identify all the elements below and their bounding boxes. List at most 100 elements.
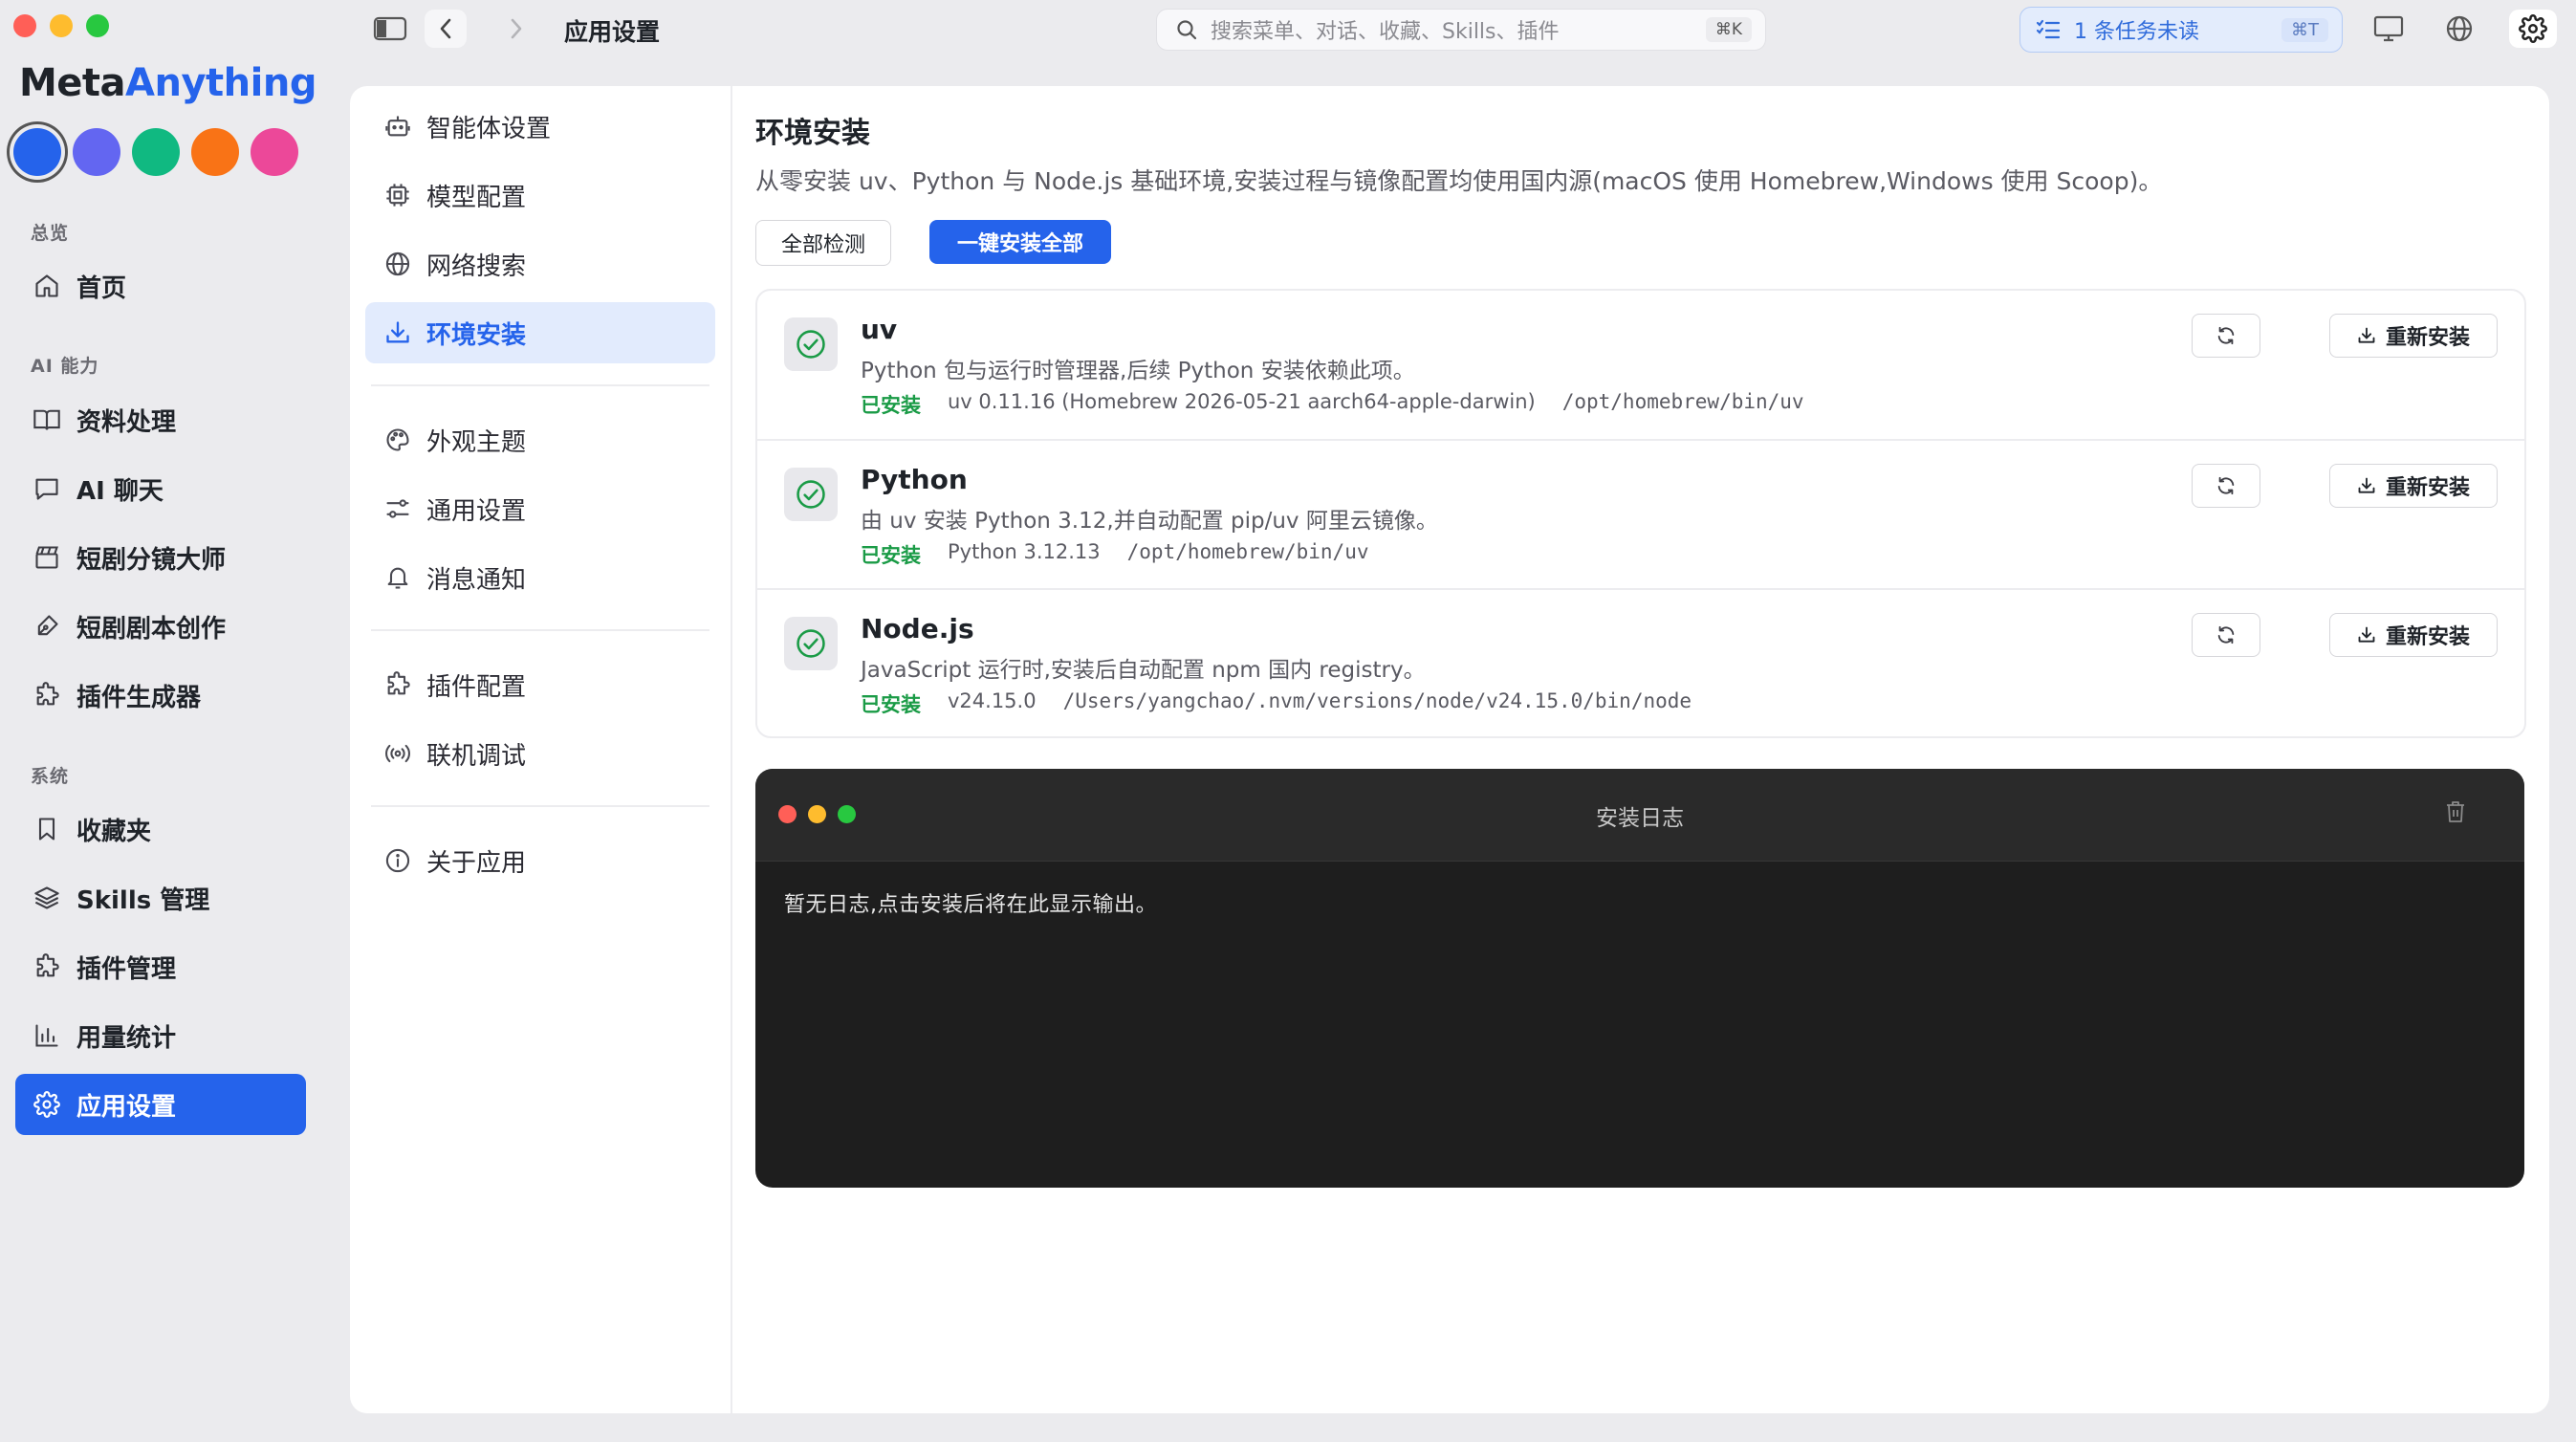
download-icon xyxy=(2358,626,2375,643)
install-log-header: 安装日志 xyxy=(755,769,2524,862)
theme-color-orange[interactable] xyxy=(191,128,239,176)
settings-nav-remote-debug[interactable]: 联机调试 xyxy=(365,723,715,784)
language-button[interactable] xyxy=(2438,10,2480,48)
recheck-button[interactable] xyxy=(2192,613,2260,657)
search-placeholder: 搜索菜单、对话、收藏、Skills、插件 xyxy=(1211,20,1560,44)
download-icon xyxy=(382,319,413,346)
tool-description: 由 uv 安装 Python 3.12,并自动配置 pip/uv 阿里云镜像。 xyxy=(861,509,1438,534)
theme-color-indigo[interactable] xyxy=(73,128,120,176)
status-badge: 已安装 xyxy=(861,394,921,417)
task-list-icon xyxy=(2036,19,2061,40)
sidebar-item-home[interactable]: 首页 xyxy=(15,255,306,317)
install-log-title: 安装日志 xyxy=(1596,806,1684,831)
toggle-sidebar-button[interactable] xyxy=(369,10,411,48)
settings-nav-plugin-config[interactable]: 插件配置 xyxy=(365,654,715,715)
sidebar-item-storyboard[interactable]: 短剧分镜大师 xyxy=(15,527,306,588)
tool-meta: 已安装 Python 3.12.13 /opt/homebrew/bin/uv xyxy=(861,540,1369,569)
trash-icon xyxy=(2447,801,2464,822)
gear-icon xyxy=(2519,14,2547,43)
main-panel: 智能体设置 模型配置 网络搜索 环境安装 外观主题 通用设置 消息通知 插件配置… xyxy=(350,86,2549,1413)
puzzle-icon xyxy=(382,671,413,698)
settings-nav-web-search[interactable]: 网络搜索 xyxy=(365,233,715,295)
status-badge: 已安装 xyxy=(861,544,921,567)
tasks-shortcut: ⌘T xyxy=(2281,17,2328,42)
settings-nav-about[interactable]: 关于应用 xyxy=(365,830,715,891)
top-bar: 应用设置 搜索菜单、对话、收藏、Skills、插件 ⌘K 1 条任务未读 ⌘T xyxy=(0,0,2576,57)
tool-meta: 已安装 v24.15.0 /Users/yangchao/.nvm/versio… xyxy=(861,689,1692,718)
reinstall-button[interactable]: 重新安装 xyxy=(2329,314,2498,358)
unread-tasks-label: 1 条任务未读 xyxy=(2074,20,2199,44)
sidebar-item-data-processing[interactable]: 资料处理 xyxy=(15,389,306,450)
check-all-button[interactable]: 全部检测 xyxy=(755,220,891,266)
settings-nav-environment[interactable]: 环境安装 xyxy=(365,302,715,363)
bell-icon xyxy=(382,564,413,591)
window-title: 应用设置 xyxy=(564,18,661,46)
install-log-panel: 安装日志 暂无日志,点击安装后将在此显示输出。 xyxy=(755,769,2524,1188)
recheck-button[interactable] xyxy=(2192,464,2260,508)
broadcast-icon xyxy=(382,740,413,767)
gear-icon xyxy=(31,1091,63,1118)
download-icon xyxy=(2358,327,2375,343)
check-circle-icon xyxy=(784,468,838,521)
settings-nav-general[interactable]: 通用设置 xyxy=(365,478,715,539)
tool-description: JavaScript 运行时,安装后自动配置 npm 国内 registry。 xyxy=(861,658,1426,683)
search-shortcut: ⌘K xyxy=(1705,17,1752,42)
sidebar-item-plugin-generator[interactable]: 插件生成器 xyxy=(15,665,306,726)
sidebar-item-favorites[interactable]: 收藏夹 xyxy=(15,798,306,860)
search-icon xyxy=(1176,19,1197,40)
chevron-left-icon xyxy=(440,18,451,39)
reinstall-button[interactable]: 重新安装 xyxy=(2329,464,2498,508)
tool-name: Node.js xyxy=(861,613,974,645)
monitor-icon xyxy=(2373,15,2404,42)
sidebar-item-app-settings[interactable]: 应用设置 xyxy=(15,1074,306,1135)
theme-color-blue[interactable] xyxy=(13,128,61,176)
tool-row-nodejs: Node.js JavaScript 运行时,安装后自动配置 npm 国内 re… xyxy=(757,588,2524,737)
tool-version: uv 0.11.16 (Homebrew 2026-05-21 aarch64-… xyxy=(948,390,1536,413)
sidebar-item-skills[interactable]: Skills 管理 xyxy=(15,867,306,929)
tool-path: /opt/homebrew/bin/uv xyxy=(1126,540,1369,563)
clear-log-button[interactable] xyxy=(2444,799,2467,824)
settings-nav-model[interactable]: 模型配置 xyxy=(365,164,715,226)
puzzle-icon xyxy=(31,682,63,709)
sidebar-item-script-writing[interactable]: 短剧剧本创作 xyxy=(15,596,306,657)
globe-icon xyxy=(2446,15,2473,42)
settings-button[interactable] xyxy=(2509,10,2557,48)
tool-name: Python xyxy=(861,464,968,495)
clapper-icon xyxy=(31,544,63,571)
theme-color-pink[interactable] xyxy=(251,128,298,176)
page-title: 环境安装 xyxy=(755,117,870,150)
sliders-icon xyxy=(382,495,413,522)
settings-nav-notifications[interactable]: 消息通知 xyxy=(365,547,715,608)
tool-path: /opt/homebrew/bin/uv xyxy=(1561,390,1804,413)
pen-icon xyxy=(31,613,63,640)
sidebar-icon xyxy=(373,16,407,41)
global-search[interactable]: 搜索菜单、对话、收藏、Skills、插件 ⌘K xyxy=(1156,9,1766,51)
palette-icon xyxy=(382,426,413,453)
sidebar-item-usage[interactable]: 用量统计 xyxy=(15,1005,306,1066)
puzzle-icon xyxy=(31,953,63,980)
layers-icon xyxy=(31,885,63,911)
settings-nav-appearance[interactable]: 外观主题 xyxy=(365,409,715,470)
sidebar-item-plugin-management[interactable]: 插件管理 xyxy=(15,936,306,997)
page-description: 从零安装 uv、Python 与 Node.js 基础环境,安装过程与镜像配置均… xyxy=(755,167,2163,195)
chat-icon xyxy=(31,475,63,502)
back-button[interactable] xyxy=(425,10,467,48)
settings-nav-divider xyxy=(371,629,709,631)
home-icon xyxy=(31,273,63,299)
bar-chart-icon xyxy=(31,1022,63,1049)
forward-button[interactable] xyxy=(495,10,537,48)
unread-tasks-button[interactable]: 1 条任务未读 ⌘T xyxy=(2019,7,2343,53)
check-circle-icon xyxy=(784,617,838,670)
recheck-button[interactable] xyxy=(2192,314,2260,358)
theme-color-green[interactable] xyxy=(132,128,180,176)
chevron-right-icon xyxy=(511,18,522,39)
install-all-button[interactable]: 一键安装全部 xyxy=(929,220,1111,264)
tool-row-python: Python 由 uv 安装 Python 3.12,并自动配置 pip/uv … xyxy=(757,439,2524,588)
display-button[interactable] xyxy=(2368,10,2410,48)
app-logo: MetaAnything xyxy=(19,61,317,105)
tool-name: uv xyxy=(861,314,898,345)
nav-group-ai: AI 能力 xyxy=(31,356,99,377)
sidebar-item-ai-chat[interactable]: AI 聊天 xyxy=(15,458,306,519)
reinstall-button[interactable]: 重新安装 xyxy=(2329,613,2498,657)
settings-nav-agent[interactable]: 智能体设置 xyxy=(365,96,715,157)
